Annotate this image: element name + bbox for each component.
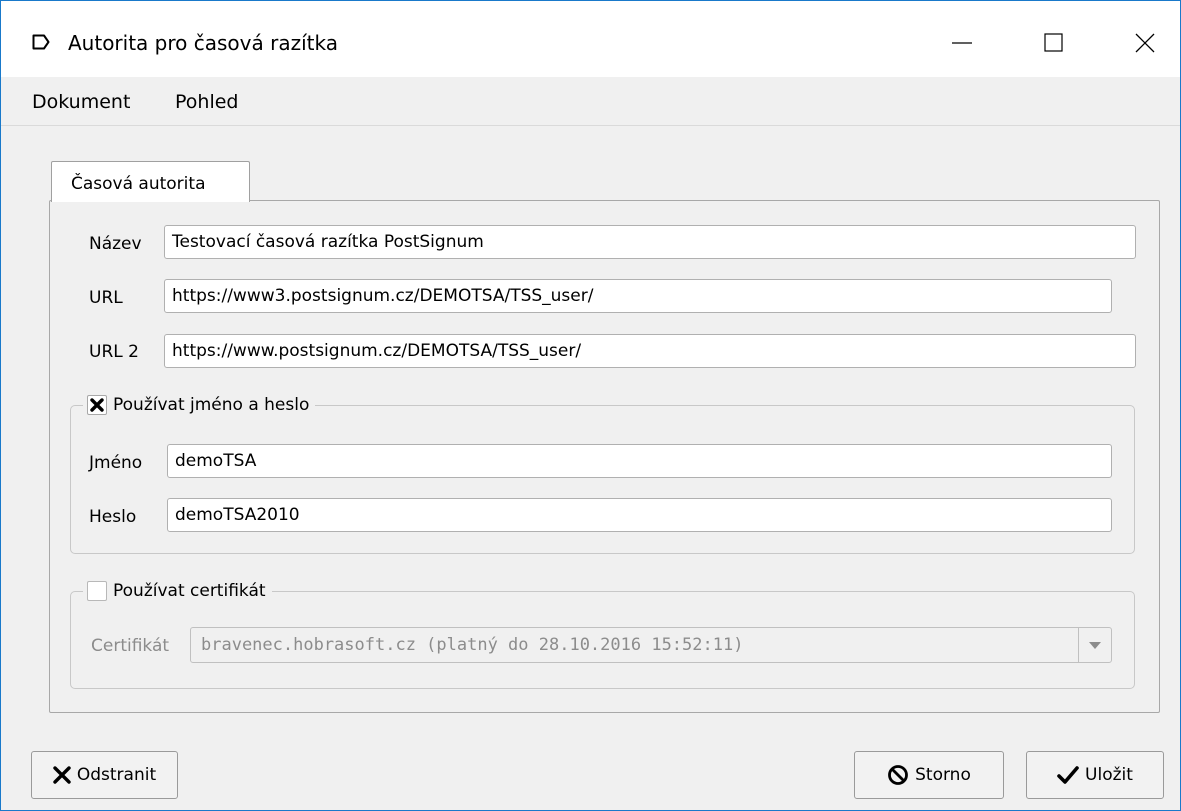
prohibited-icon	[887, 764, 909, 786]
x-icon	[53, 766, 71, 784]
window-title: Autorita pro časová razítka	[68, 31, 338, 55]
storno-label: Storno	[915, 765, 971, 785]
odstranit-label: Odstranit	[76, 765, 157, 785]
url-label: URL	[89, 288, 123, 308]
tab-label: Časová autorita	[71, 174, 206, 194]
jmeno-label: Jméno	[89, 453, 143, 473]
dropdown-arrow-icon	[1089, 642, 1101, 649]
use-certificate-label: Používat certifikát	[113, 581, 266, 601]
close-button[interactable]	[1122, 21, 1168, 65]
use-credentials-checkbox[interactable]	[87, 395, 107, 415]
maximize-icon	[1044, 33, 1063, 52]
certifikat-label: Certifikát	[91, 636, 170, 656]
close-icon	[1135, 33, 1155, 53]
checkmark-icon	[1057, 766, 1079, 784]
menu-bar: Dokument Pohled	[1, 77, 1180, 126]
maximize-button[interactable]	[1031, 21, 1077, 65]
url2-label: URL 2	[89, 342, 139, 362]
minimize-button[interactable]	[939, 21, 985, 65]
use-certificate-checkbox[interactable]	[87, 581, 107, 601]
menu-pohled[interactable]: Pohled	[175, 90, 238, 114]
heslo-label: Heslo	[89, 507, 137, 527]
window-icon	[32, 34, 50, 50]
tab-casova-autorita[interactable]: Časová autorita	[51, 161, 250, 202]
certifikat-value: bravenec.hobrasoft.cz (platný do 28.10.2…	[201, 635, 744, 655]
nazev-label: Název	[89, 234, 142, 254]
use-credentials-label: Používat jméno a heslo	[113, 395, 310, 415]
nazev-field[interactable]: Testovací časová razítka PostSignum	[164, 225, 1136, 259]
dropdown-button[interactable]	[1078, 628, 1111, 662]
auth-group-title: Používat jméno a heslo	[83, 391, 316, 419]
ulozit-label: Uložit	[1085, 765, 1133, 785]
menu-dokument[interactable]: Dokument	[32, 90, 130, 114]
url-field[interactable]: https://www3.postsignum.cz/DEMOTSA/TSS_u…	[164, 279, 1112, 313]
url2-field[interactable]: https://www.postsignum.cz/DEMOTSA/TSS_us…	[164, 334, 1136, 368]
jmeno-field[interactable]: demoTSA	[167, 444, 1112, 478]
dialog-window: Autorita pro časová razítka Dokument Poh…	[0, 0, 1181, 811]
cert-group-title: Používat certifikát	[83, 577, 272, 605]
heslo-field[interactable]: demoTSA2010	[167, 498, 1112, 532]
odstranit-button[interactable]: Odstranit	[31, 751, 178, 799]
x-mark-icon	[90, 398, 104, 412]
title-bar[interactable]: Autorita pro časová razítka	[1, 1, 1180, 77]
ulozit-button[interactable]: Uložit	[1026, 751, 1164, 799]
minimize-icon	[952, 42, 972, 44]
storno-button[interactable]: Storno	[854, 751, 1004, 799]
certifikat-select[interactable]: bravenec.hobrasoft.cz (platný do 28.10.2…	[190, 627, 1112, 663]
